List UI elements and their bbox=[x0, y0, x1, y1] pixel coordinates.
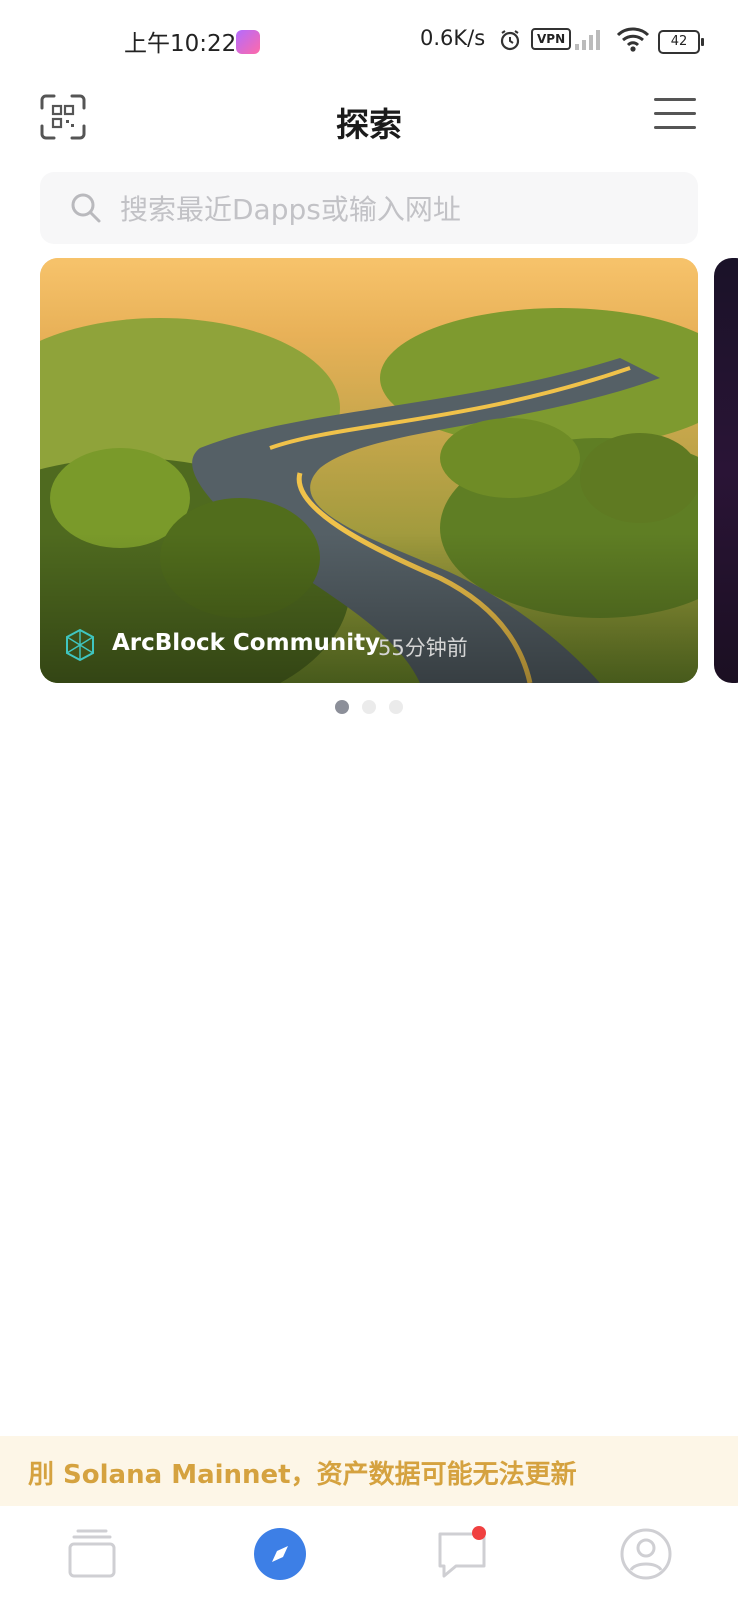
bottom-tab-bar bbox=[0, 1506, 738, 1600]
search-bar[interactable] bbox=[40, 172, 698, 246]
carousel-dot[interactable] bbox=[389, 700, 404, 714]
signal-icon bbox=[575, 28, 605, 56]
arcblock-logo-icon bbox=[64, 628, 96, 666]
battery-icon: 42 bbox=[658, 30, 704, 54]
hamburger-icon bbox=[654, 98, 696, 101]
banner-timestamp: 55分钟前 bbox=[378, 636, 468, 660]
alarm-icon bbox=[498, 28, 522, 56]
profile-icon bbox=[620, 1528, 672, 1580]
next-banner-peek[interactable] bbox=[714, 258, 738, 683]
carousel-indicator bbox=[0, 699, 738, 715]
compass-icon bbox=[254, 1528, 306, 1580]
notice-bar[interactable]: 刖 Solana Mainnet，资产数据可能无法更新 bbox=[0, 1436, 738, 1506]
notification-badge bbox=[472, 1526, 486, 1540]
tab-profile[interactable] bbox=[618, 1526, 674, 1582]
tab-explore[interactable] bbox=[252, 1526, 308, 1582]
featured-banner[interactable]: ArcBlock Community 55分钟前 bbox=[40, 258, 698, 683]
cards-icon bbox=[68, 1529, 116, 1578]
page-title: 探索 bbox=[336, 105, 402, 144]
app-notification-icon bbox=[236, 30, 260, 54]
menu-button[interactable] bbox=[654, 98, 696, 134]
network-speed: 0.6K/s bbox=[420, 26, 486, 50]
banner-overlay bbox=[40, 533, 698, 683]
search-input[interactable] bbox=[118, 172, 682, 246]
wifi-icon bbox=[616, 26, 650, 58]
tab-messages[interactable] bbox=[434, 1526, 490, 1582]
status-bar: 上午10:22 0.6K/s VPN 42 bbox=[0, 0, 738, 80]
carousel-dot[interactable] bbox=[334, 700, 349, 714]
notice-text: 刖 Solana Mainnet，资产数据可能无法更新 bbox=[28, 1460, 577, 1490]
search-icon bbox=[70, 192, 102, 228]
tab-wallet[interactable] bbox=[64, 1526, 120, 1582]
banner-title: ArcBlock Community bbox=[112, 630, 381, 656]
top-header: 探索 bbox=[0, 80, 738, 160]
carousel-dot[interactable] bbox=[362, 700, 376, 714]
status-time: 上午10:22 bbox=[124, 31, 237, 57]
vpn-badge: VPN bbox=[531, 28, 572, 50]
